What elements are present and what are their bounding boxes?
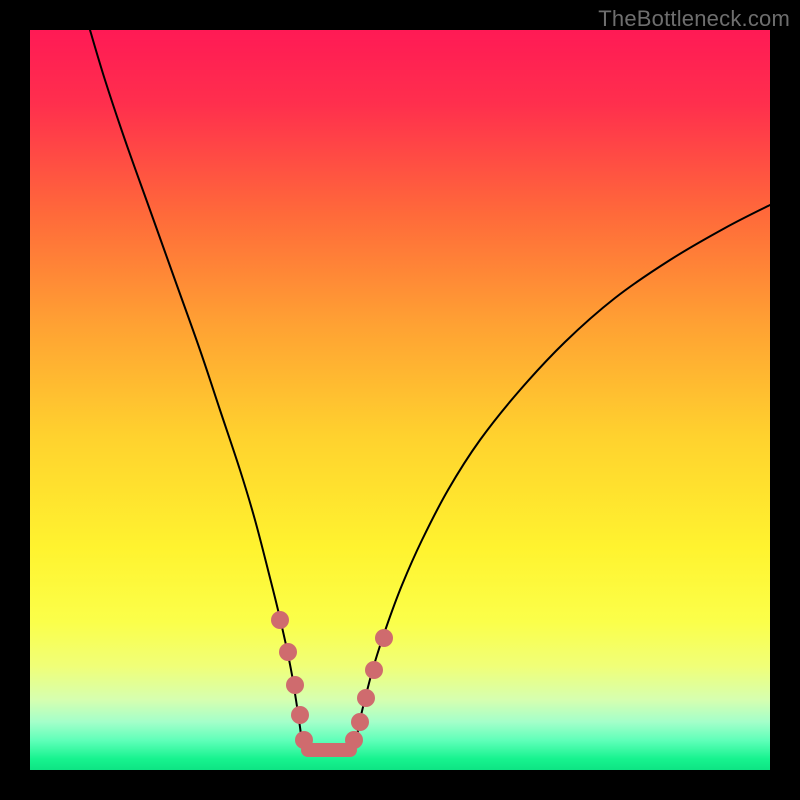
data-dot (375, 629, 393, 647)
data-dot (351, 713, 369, 731)
chart-stage: TheBottleneck.com (0, 0, 800, 800)
data-dot (279, 643, 297, 661)
plot-area (30, 30, 770, 770)
chart-svg (30, 30, 770, 770)
data-dot (271, 611, 289, 629)
data-dot (365, 661, 383, 679)
gradient-background (30, 30, 770, 770)
data-dot (291, 706, 309, 724)
data-dot (357, 689, 375, 707)
watermark-label: TheBottleneck.com (598, 6, 790, 32)
data-dot (286, 676, 304, 694)
